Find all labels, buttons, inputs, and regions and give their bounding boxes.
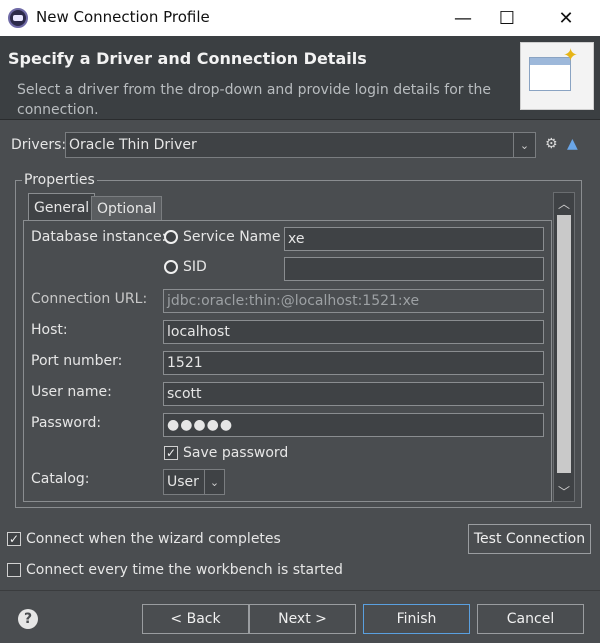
tab-general-label: General bbox=[34, 199, 90, 216]
next-button[interactable]: Next > bbox=[249, 604, 356, 634]
wizard-banner-image: ✦ bbox=[520, 42, 594, 110]
footer-separator bbox=[0, 590, 600, 591]
password-input[interactable]: ●●●●● bbox=[163, 413, 544, 437]
sid-radio[interactable] bbox=[164, 260, 178, 274]
connection-url-field: jdbc:oracle:thin:@localhost:1521:xe bbox=[163, 289, 544, 313]
maximize-icon: ☐ bbox=[498, 7, 516, 29]
properties-scrollbar[interactable]: ︿ ﹀ bbox=[553, 192, 575, 502]
back-button[interactable]: < Back bbox=[142, 604, 249, 634]
catalog-selected-value: User bbox=[167, 474, 199, 490]
service-name-input[interactable]: xe bbox=[284, 227, 544, 251]
drivers-label: Drivers: bbox=[11, 137, 67, 153]
tab-general[interactable]: General bbox=[28, 193, 96, 221]
chevron-down-icon[interactable]: ⌄ bbox=[513, 133, 535, 157]
sparkle-icon: ✦ bbox=[563, 45, 579, 66]
tab-optional[interactable]: Optional bbox=[91, 196, 163, 220]
finish-button[interactable]: Finish bbox=[363, 604, 470, 634]
catalog-dropdown[interactable]: User ⌄ bbox=[163, 469, 225, 495]
title-bar: New Connection Profile — ☐ ✕ bbox=[0, 0, 600, 36]
drivers-dropdown[interactable]: Oracle Thin Driver ⌄ bbox=[65, 132, 536, 158]
scroll-up-icon[interactable]: ︿ bbox=[554, 193, 574, 213]
edit-driver-icon[interactable]: ▲ bbox=[567, 136, 578, 152]
tab-optional-label: Optional bbox=[97, 200, 157, 217]
minimize-icon: — bbox=[454, 7, 472, 29]
sid-input[interactable] bbox=[284, 257, 544, 281]
close-button[interactable]: ✕ bbox=[543, 0, 589, 36]
connect-on-complete-checkbox[interactable]: ✓ bbox=[7, 532, 21, 546]
drivers-selected-value: Oracle Thin Driver bbox=[69, 137, 197, 153]
port-number-label: Port number: bbox=[31, 353, 123, 369]
sid-label: SID bbox=[183, 259, 207, 275]
eclipse-app-icon bbox=[8, 8, 28, 28]
user-name-input[interactable]: scott bbox=[163, 382, 544, 406]
test-connection-button[interactable]: Test Connection bbox=[468, 524, 591, 554]
catalog-label: Catalog: bbox=[31, 471, 90, 487]
help-icon[interactable]: ? bbox=[18, 609, 38, 629]
save-password-checkbox[interactable]: ✓ bbox=[164, 446, 178, 460]
banner-description: Select a driver from the drop-down and p… bbox=[17, 82, 491, 118]
connect-every-time-label: Connect every time the workbench is star… bbox=[26, 562, 343, 578]
maximize-button[interactable]: ☐ bbox=[484, 0, 530, 36]
scroll-down-icon[interactable]: ﹀ bbox=[554, 481, 574, 501]
service-name-radio[interactable] bbox=[164, 230, 178, 244]
user-name-label: User name: bbox=[31, 384, 112, 400]
wizard-banner: Specify a Driver and Connection Details … bbox=[0, 36, 600, 120]
scroll-thumb[interactable] bbox=[557, 215, 571, 473]
new-driver-icon[interactable]: ⚙ bbox=[545, 136, 558, 152]
minimize-button[interactable]: — bbox=[440, 0, 486, 36]
cancel-button[interactable]: Cancel bbox=[477, 604, 584, 634]
window-title: New Connection Profile bbox=[36, 8, 210, 26]
service-name-label: Service Name bbox=[183, 229, 281, 245]
database-instance-label: Database instance: bbox=[31, 229, 167, 245]
close-icon: ✕ bbox=[558, 7, 574, 29]
connect-every-time-checkbox[interactable] bbox=[7, 563, 21, 577]
host-input[interactable]: localhost bbox=[163, 320, 544, 344]
banner-title: Specify a Driver and Connection Details bbox=[8, 49, 367, 68]
host-label: Host: bbox=[31, 322, 68, 338]
chevron-down-icon[interactable]: ⌄ bbox=[204, 470, 224, 494]
connect-on-complete-label: Connect when the wizard completes bbox=[26, 531, 281, 547]
save-password-label: Save password bbox=[183, 445, 289, 461]
properties-legend: Properties bbox=[22, 172, 97, 188]
port-number-input[interactable]: 1521 bbox=[163, 351, 544, 375]
connection-url-label: Connection URL: bbox=[31, 291, 148, 307]
password-label: Password: bbox=[31, 415, 102, 431]
